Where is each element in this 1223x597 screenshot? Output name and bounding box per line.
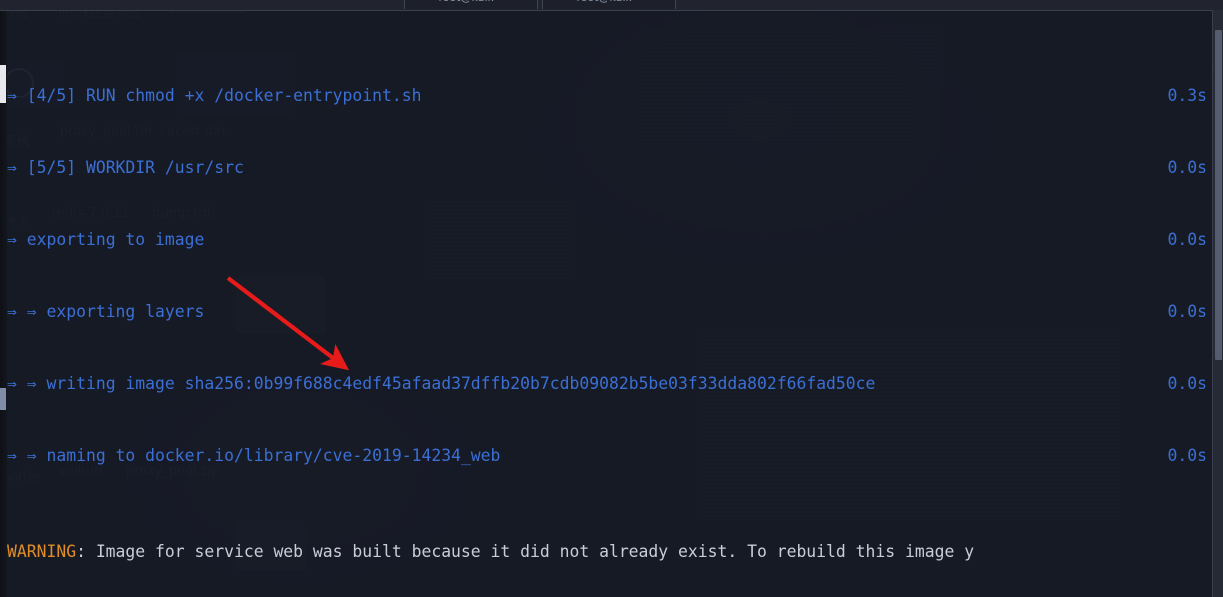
terminal-output[interactable]: ⇒ [4/5] RUN chmod +x /docker-entrypoint.… — [7, 10, 1213, 597]
build-step-arrow: ⇒ ⇒ — [7, 374, 47, 393]
window-edge-marker — [0, 388, 6, 410]
build-step-text: exporting to image — [26, 230, 205, 249]
scrollbar-thumb[interactable] — [1215, 30, 1222, 360]
build-step-text: exporting layers — [46, 302, 205, 321]
build-step-text: [5/5] WORKDIR /usr/src — [26, 158, 244, 177]
build-step-duration: 0.3s — [1167, 86, 1207, 105]
warning-text: : Image for service web was built becaus… — [76, 542, 975, 561]
terminal-tab-1[interactable]: root@kali:~ — [404, 0, 538, 9]
build-step-line: ⇒ exporting to image 0.0s — [7, 228, 1213, 252]
build-step-line: ⇒ [4/5] RUN chmod +x /docker-entrypoint.… — [7, 84, 1213, 108]
window-edge-marker — [0, 65, 6, 103]
warning-label: WARNING — [7, 542, 77, 561]
build-step-text: [4/5] RUN chmod +x /docker-entrypoint.sh — [26, 86, 422, 105]
build-step-text: naming to docker.io/library/cve-2019-142… — [46, 446, 501, 465]
build-step-line: ⇒ ⇒ writing image sha256:0b99f688c4edf45… — [7, 372, 1213, 396]
build-step-arrow: ⇒ ⇒ — [7, 446, 47, 465]
build-step-arrow: ⇒ — [7, 230, 27, 249]
build-step-arrow: ⇒ — [7, 158, 27, 177]
build-step-arrow: ⇒ ⇒ — [7, 302, 47, 321]
build-step-duration: 0.0s — [1167, 302, 1207, 321]
build-step-arrow: ⇒ — [7, 86, 27, 105]
build-step-line: ⇒ ⇒ exporting layers 0.0s — [7, 300, 1213, 324]
build-step-text: writing image sha256:0b99f688c4edf45afaa… — [46, 374, 876, 393]
build-step-duration: 0.0s — [1167, 158, 1207, 177]
terminal-screenshot: 数站 linux应急响应 9a5ba575.0 系统 proxy_pool.ta… — [0, 0, 1223, 597]
warning-line: WARNING: Image for service web was built… — [7, 540, 1213, 564]
terminal-tab-2[interactable]: root@kali:~ — [542, 0, 676, 9]
build-step-line: ⇒ [5/5] WORKDIR /usr/src 0.0s — [7, 156, 1213, 180]
build-step-duration: 0.0s — [1167, 446, 1207, 465]
build-step-duration: 0.0s — [1167, 374, 1207, 393]
terminal-scrollbar[interactable] — [1212, 10, 1223, 597]
build-step-line: ⇒ ⇒ naming to docker.io/library/cve-2019… — [7, 444, 1213, 468]
build-step-duration: 0.0s — [1167, 230, 1207, 249]
